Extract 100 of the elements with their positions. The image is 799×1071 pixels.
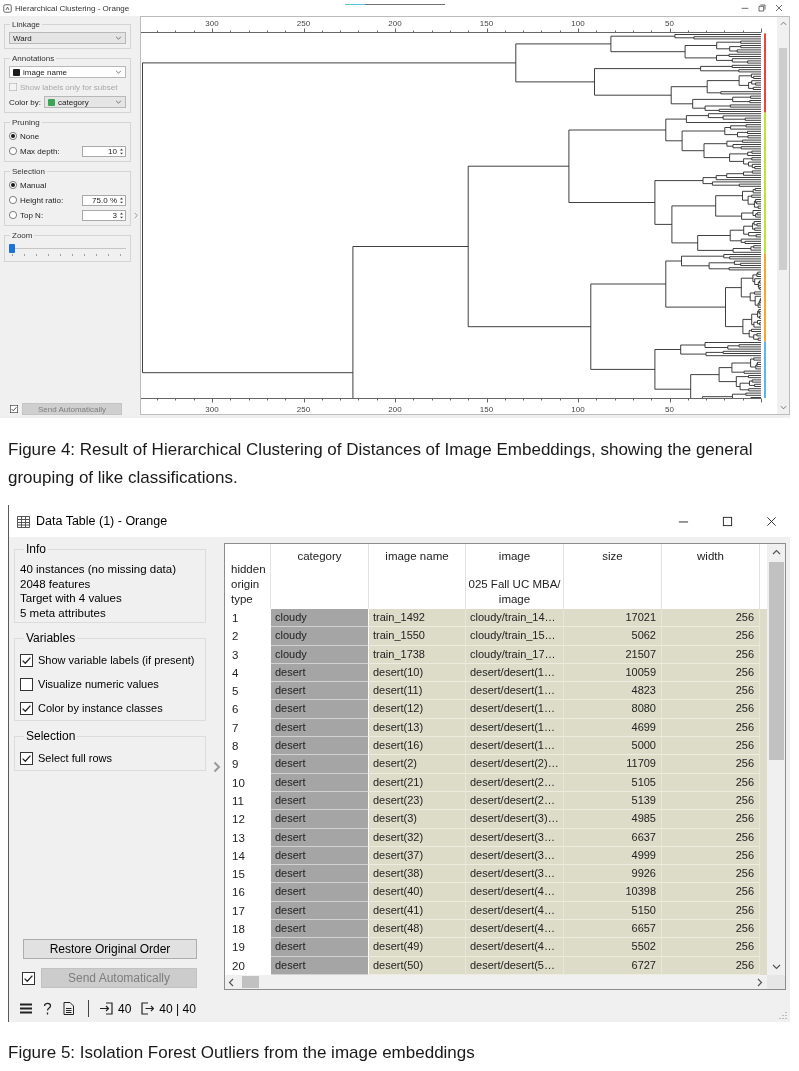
label-key: hidden bbox=[231, 562, 266, 577]
window-title: Data Table (1) - Orange bbox=[36, 514, 168, 528]
scroll-up-icon[interactable] bbox=[771, 549, 781, 555]
table-row[interactable]: 15 desert desert(38) desert/desert(3… 9926 256 bbox=[225, 865, 767, 884]
row-number: 8 bbox=[225, 737, 271, 756]
variable-icon bbox=[48, 98, 55, 106]
checkbox[interactable] bbox=[20, 701, 33, 715]
field-label: Color by: bbox=[9, 97, 41, 107]
checkbox-label: Visualize numeric values bbox=[38, 678, 159, 690]
table-cell: train_1738 bbox=[369, 645, 466, 664]
input-icon[interactable] bbox=[100, 1002, 113, 1015]
scrollbar-thumb[interactable] bbox=[242, 976, 259, 988]
dropdown[interactable]: category bbox=[44, 96, 126, 108]
tick-label: 250 bbox=[296, 405, 311, 414]
checkbox-label: Select full rows bbox=[38, 752, 112, 764]
spin-arrows-icon[interactable] bbox=[119, 210, 124, 220]
table-cell: train_1550 bbox=[369, 627, 466, 646]
table-cell: 256 bbox=[662, 773, 760, 792]
resize-grip-icon[interactable] bbox=[778, 1010, 787, 1019]
radio-button[interactable] bbox=[9, 147, 17, 155]
table-cell: desert(2) bbox=[369, 755, 466, 774]
horizontal-scrollbar[interactable] bbox=[225, 975, 767, 989]
info-text: Target with 4 values bbox=[20, 591, 122, 606]
table-cell: desert(32) bbox=[369, 828, 466, 847]
table-cell: cloudy bbox=[271, 627, 369, 646]
vertical-scrollbar[interactable] bbox=[767, 544, 785, 975]
scroll-down-icon[interactable] bbox=[771, 964, 781, 970]
table-cell: cloudy bbox=[271, 609, 369, 628]
scroll-left-icon[interactable] bbox=[228, 977, 234, 987]
dropdown[interactable]: Ward bbox=[9, 32, 126, 44]
table-row[interactable]: 19 desert desert(49) desert/desert(4… 5502 256 bbox=[225, 938, 767, 957]
spin-box[interactable]: 10 bbox=[82, 145, 126, 157]
label-key: type bbox=[231, 592, 253, 607]
table-row[interactable]: 12 desert desert(3) desert/desert(3)… 4985 256 bbox=[225, 810, 767, 829]
vertical-scrollbar[interactable] bbox=[777, 17, 789, 414]
table-cell: desert(12) bbox=[369, 700, 466, 719]
table-cell: 6727 bbox=[564, 956, 662, 975]
table-cell: 5062 bbox=[564, 627, 662, 646]
table-cell: desert/desert(3)… bbox=[466, 810, 564, 829]
table-cell: cloudy/train_17… bbox=[466, 645, 564, 664]
row-number: 9 bbox=[225, 755, 271, 774]
spin-box[interactable]: 75.0 % bbox=[82, 194, 126, 206]
radio-button[interactable] bbox=[9, 132, 17, 140]
table-cell: desert bbox=[271, 810, 369, 829]
close-icon[interactable] bbox=[766, 515, 777, 527]
row-number: 2 bbox=[225, 627, 271, 646]
document-icon[interactable] bbox=[63, 1002, 74, 1015]
radio-button[interactable] bbox=[9, 196, 17, 204]
table-row[interactable]: 6 desert desert(12) desert/desert(1… 8080 256 bbox=[225, 700, 767, 719]
maximize-icon[interactable] bbox=[722, 515, 733, 527]
table-cell: cloudy/train_15… bbox=[466, 627, 564, 646]
spin-arrows-icon[interactable] bbox=[119, 146, 124, 156]
caret-icon bbox=[115, 70, 122, 74]
output-icon[interactable] bbox=[141, 1002, 155, 1015]
table-row[interactable]: 16 desert desert(40) desert/desert(4… 10398 256 bbox=[225, 883, 767, 902]
table-cell: desert bbox=[271, 700, 369, 719]
table-cell: desert/desert(4… bbox=[466, 883, 564, 902]
radio-label: None bbox=[20, 131, 40, 141]
group-title: Linkage bbox=[10, 20, 43, 29]
checkbox[interactable] bbox=[20, 677, 33, 691]
slider-thumb[interactable] bbox=[9, 244, 15, 253]
radio-label: Top N: bbox=[20, 210, 44, 220]
row-number: 18 bbox=[225, 920, 271, 939]
scrollbar-thumb[interactable] bbox=[779, 48, 787, 270]
table-cell: desert(49) bbox=[369, 938, 466, 957]
table-row[interactable]: 8 desert desert(16) desert/desert(1… 5000 256 bbox=[225, 737, 767, 756]
row-number: 1 bbox=[225, 609, 271, 628]
table-cell: desert bbox=[271, 883, 369, 902]
spin-arrows-icon[interactable] bbox=[119, 195, 124, 205]
dropdown[interactable]: image name bbox=[9, 66, 126, 78]
table-cell: 256 bbox=[662, 883, 760, 902]
column-label: 025 Fall UC MBA/ bbox=[468, 577, 561, 592]
table-row[interactable]: 5 desert desert(11) desert/desert(1… 4823 256 bbox=[225, 682, 767, 701]
scroll-right-icon[interactable] bbox=[757, 977, 763, 987]
radio-button[interactable] bbox=[9, 181, 17, 189]
checkbox[interactable] bbox=[20, 751, 33, 765]
table-cell: 8080 bbox=[564, 700, 662, 719]
table-row[interactable]: 1 cloudy train_1492 cloudy/train_14… 17021 256 bbox=[225, 609, 767, 628]
figure-caption: Figure 5: Isolation Forest Outliers from the image embeddings bbox=[7, 1042, 476, 1064]
table-cell: desert/desert(1… bbox=[466, 700, 564, 719]
info-text: 5 meta attributes bbox=[20, 605, 106, 620]
table-cell: desert/desert(4… bbox=[466, 938, 564, 957]
table-row[interactable]: 18 desert desert(48) desert/desert(4… 6657 256 bbox=[225, 920, 767, 939]
scrollbar-thumb[interactable] bbox=[768, 562, 784, 760]
radio-button[interactable] bbox=[9, 211, 17, 219]
help-icon[interactable] bbox=[43, 1002, 52, 1015]
tick-label: 200 bbox=[388, 405, 402, 414]
restore-icon[interactable] bbox=[758, 4, 766, 12]
tick-label: 300 bbox=[205, 405, 219, 414]
table-row[interactable]: 9 desert desert(2) desert/desert(2)… 11709 256 bbox=[225, 755, 767, 774]
menu-icon[interactable] bbox=[20, 1003, 32, 1014]
group-title: Pruning bbox=[10, 118, 42, 127]
table-cell: desert(3) bbox=[369, 810, 466, 829]
table-row[interactable]: 2 cloudy train_1550 cloudy/train_15… 5062 256 bbox=[225, 627, 767, 646]
spin-box[interactable]: 3 bbox=[82, 209, 126, 221]
restore-order-button[interactable]: Restore Original Order bbox=[23, 939, 197, 959]
table-cell: 256 bbox=[662, 810, 760, 829]
variable-icon bbox=[13, 68, 20, 76]
row-number: 15 bbox=[225, 865, 271, 884]
checkbox[interactable] bbox=[20, 653, 33, 667]
